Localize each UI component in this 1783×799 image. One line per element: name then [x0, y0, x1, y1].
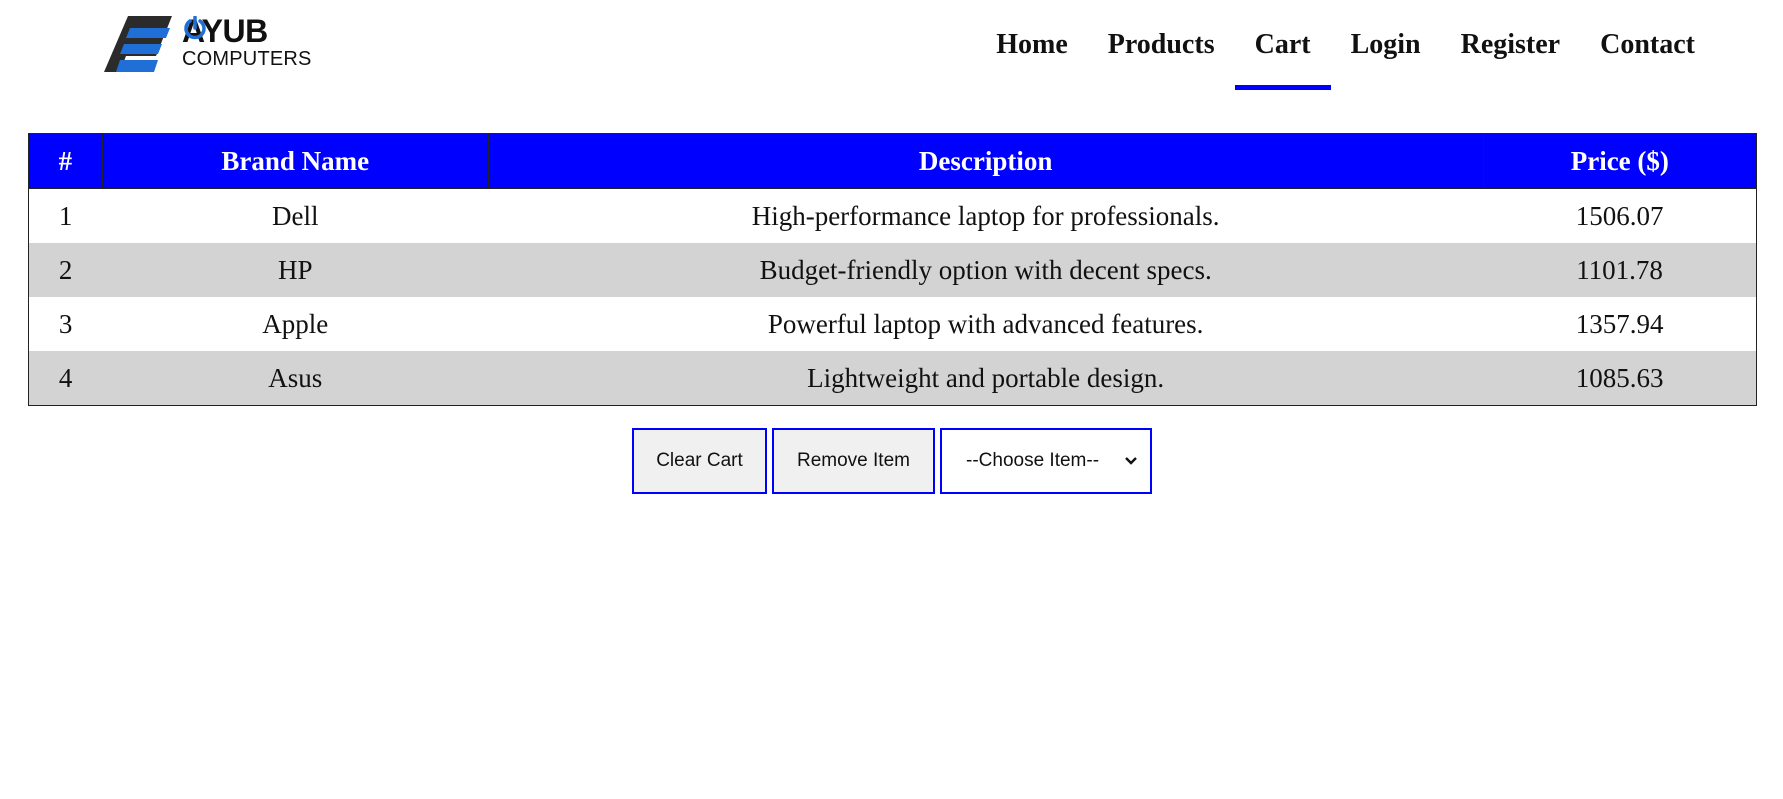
table-row: 2 HP Budget-friendly option with decent …	[28, 243, 1757, 297]
cell-brand: Asus	[102, 351, 489, 406]
nav-contact[interactable]: Contact	[1580, 22, 1715, 68]
nav-home[interactable]: Home	[976, 22, 1088, 68]
nav-register[interactable]: Register	[1441, 22, 1581, 68]
remove-item-button[interactable]: Remove Item	[772, 428, 935, 494]
cart-table: # Brand Name Description Price ($) 1 Del…	[28, 133, 1758, 406]
site-logo[interactable]: AY UB COMPUTERS	[104, 14, 324, 76]
cell-description: Budget-friendly option with decent specs…	[488, 243, 1484, 297]
header-number: #	[28, 133, 103, 189]
main-nav: Home Products Cart Login Register Contac…	[976, 22, 1715, 90]
power-icon	[184, 16, 206, 40]
cell-number: 4	[28, 351, 103, 406]
logo-text: AY UB COMPUTERS	[182, 14, 312, 70]
table-header-row: # Brand Name Description Price ($)	[28, 133, 1758, 189]
cart-controls: Clear Cart Remove Item --Choose Item--	[632, 428, 1152, 494]
table-row: 4 Asus Lightweight and portable design. …	[28, 351, 1757, 406]
header-price: Price ($)	[1482, 133, 1758, 189]
select-value: --Choose Item--	[966, 450, 1100, 471]
header-description: Description	[487, 133, 1484, 189]
logo-mark-icon	[104, 16, 172, 72]
choose-item-select[interactable]: --Choose Item--	[940, 428, 1152, 494]
cell-price: 1085.63	[1483, 351, 1757, 406]
logo-text-right: UB	[222, 13, 269, 49]
cell-number: 3	[28, 297, 103, 351]
cell-price: 1357.94	[1483, 297, 1757, 351]
clear-cart-button[interactable]: Clear Cart	[632, 428, 767, 494]
nav-products[interactable]: Products	[1088, 22, 1235, 68]
table-row: 1 Dell High-performance laptop for profe…	[28, 188, 1757, 243]
header-brand: Brand Name	[101, 133, 489, 189]
cell-brand: HP	[102, 243, 489, 297]
cell-price: 1506.07	[1483, 188, 1757, 243]
cell-price: 1101.78	[1483, 243, 1757, 297]
cell-description: Lightweight and portable design.	[488, 351, 1484, 406]
chevron-down-icon	[1125, 457, 1137, 465]
nav-login[interactable]: Login	[1331, 22, 1441, 68]
cell-brand: Dell	[102, 188, 489, 243]
cell-number: 1	[28, 188, 103, 243]
cell-description: Powerful laptop with advanced features.	[488, 297, 1484, 351]
cell-brand: Apple	[102, 297, 489, 351]
logo-subtitle: COMPUTERS	[182, 48, 312, 70]
nav-cart[interactable]: Cart	[1234, 22, 1331, 90]
cell-description: High-performance laptop for professional…	[488, 188, 1484, 243]
table-row: 3 Apple Powerful laptop with advanced fe…	[28, 297, 1757, 351]
cell-number: 2	[28, 243, 103, 297]
